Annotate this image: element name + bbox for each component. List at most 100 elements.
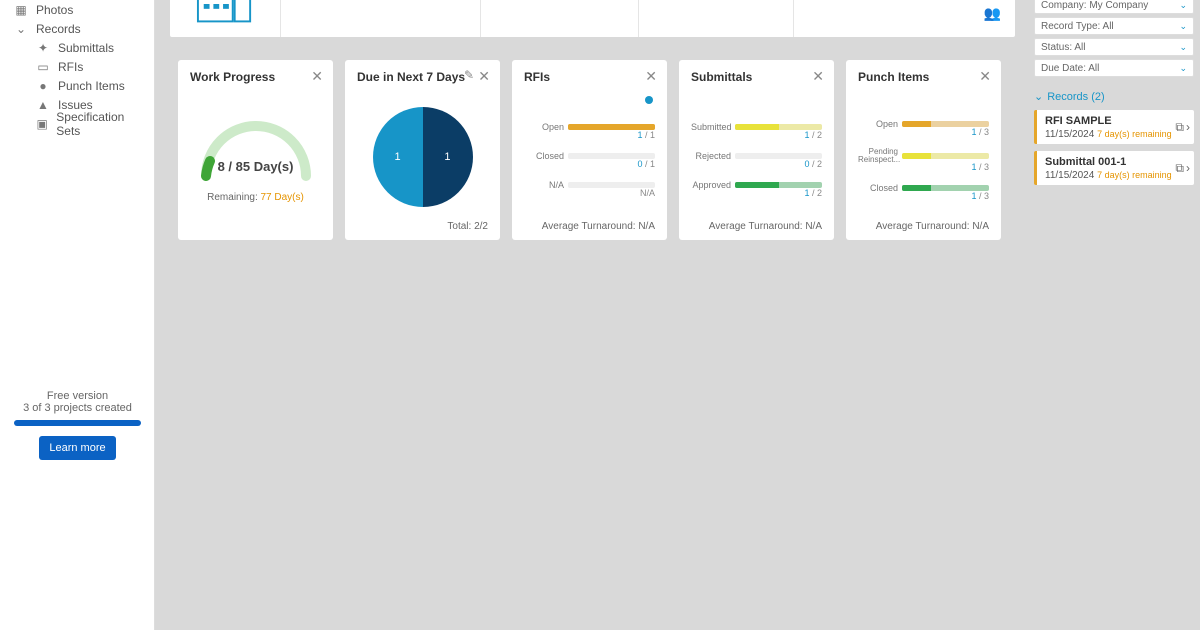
card-title: Punch Items (858, 70, 989, 84)
chevron-right-icon[interactable]: › (1186, 161, 1190, 176)
row-bar (902, 185, 989, 191)
project-header: ⌄ 👥 (170, 0, 1015, 37)
rfis-rows: Open1 / 1Closed0 / 1N/AN/A (524, 84, 655, 230)
record-name: Submittal 001-1 (1045, 156, 1188, 168)
submittals-icon: ✦ (36, 41, 50, 55)
chevron-down-icon: ⌄ (1179, 63, 1187, 74)
open-external-icon[interactable]: ⧉ (1175, 120, 1184, 135)
card-punch-items: Punch Items ✕ Open1 / 3Pending Reinspect… (846, 60, 1001, 240)
close-icon[interactable]: ✕ (311, 68, 323, 85)
card-due-7-days: Due in Next 7 Days ✎ ✕ 1 1 Total: 2/2 (345, 60, 500, 240)
filter-status[interactable]: Status: All⌄ (1034, 38, 1194, 56)
row-label: Rejected (691, 151, 731, 161)
card-rfis: RFIs ✕ Open1 / 1Closed0 / 1N/AN/A Averag… (512, 60, 667, 240)
card-footer: Total: 2/2 (447, 221, 488, 232)
filter-due-date[interactable]: Due Date: All⌄ (1034, 59, 1194, 77)
row-label: N/A (524, 180, 564, 190)
row-label: Open (524, 122, 564, 132)
header-frame (638, 0, 793, 37)
open-external-icon[interactable]: ⧉ (1175, 161, 1184, 176)
filter-record-type[interactable]: Record Type: All⌄ (1034, 17, 1194, 35)
learn-more-button[interactable]: Learn more (39, 436, 115, 460)
header-type (480, 0, 638, 37)
people-icon[interactable]: 👥 (984, 5, 1001, 22)
gauge-days: 8 / 85 Day(s) (218, 159, 294, 174)
chevron-right-icon[interactable]: › (1186, 120, 1190, 135)
chevron-down-icon: ⌄ (14, 22, 28, 36)
record-item[interactable]: Submittal 001-1 11/15/2024 7 day(s) rema… (1034, 151, 1194, 185)
record-date: 11/15/2024 7 day(s) remaining (1045, 129, 1188, 140)
close-icon[interactable]: ✕ (478, 68, 490, 85)
close-icon[interactable]: ✕ (812, 68, 824, 85)
punch-rows: Open1 / 3Pending Reinspect...1 / 3Closed… (858, 84, 989, 230)
label: Photos (36, 3, 73, 17)
filter-company[interactable]: Company: My Company⌄ (1034, 0, 1194, 14)
header-address (280, 0, 480, 37)
header-na (793, 0, 953, 37)
row-label: Approved (691, 180, 731, 190)
building-icon (170, 0, 280, 26)
row-bar (568, 153, 655, 159)
row-label: Submitted (691, 122, 731, 132)
rfis-icon: ▭ (36, 60, 50, 74)
close-icon[interactable]: ✕ (979, 68, 991, 85)
label: Specification Sets (56, 110, 140, 138)
row-bar (902, 153, 989, 159)
row-bar (902, 121, 989, 127)
row-bar (568, 182, 655, 188)
edit-icon[interactable]: ✎ (464, 68, 474, 82)
label: Submittals (58, 41, 114, 55)
chevron-down-icon: ⌄ (1034, 90, 1043, 103)
card-work-progress: Work Progress ✕ 8 / 85 Day(s) Remaining:… (178, 60, 333, 240)
subs-rows: Submitted1 / 2Rejected0 / 2Approved1 / 2 (691, 84, 822, 230)
sidebar-item-punch[interactable]: ● Punch Items (8, 76, 146, 95)
record-name: RFI SAMPLE (1045, 115, 1188, 127)
sidebar-item-rfis[interactable]: ▭ RFIs (8, 57, 146, 76)
pie-right-val: 1 (444, 151, 450, 163)
issues-icon: ▲ (36, 98, 50, 112)
chevron-down-icon: ⌄ (1179, 42, 1187, 53)
photos-icon: ▦ (14, 3, 28, 17)
label: Records (36, 22, 81, 36)
row-label: Closed (524, 151, 564, 161)
sidebar-item-records[interactable]: ⌄ Records (8, 19, 146, 38)
specs-icon: ▣ (36, 117, 48, 131)
row-bar (735, 153, 822, 159)
row-label: Open (858, 119, 898, 129)
info-icon[interactable] (645, 96, 653, 104)
header-actions: ⌄ 👥 (984, 0, 1015, 22)
row-bar (735, 124, 822, 130)
row-label: Closed (858, 183, 898, 193)
free-sub: 3 of 3 projects created (14, 402, 141, 414)
chevron-down-icon: ⌄ (1179, 21, 1187, 32)
gauge-remaining: Remaining: 77 Day(s) (207, 192, 304, 203)
label: Punch Items (58, 79, 125, 93)
pie-chart: 1 1 (373, 107, 473, 207)
free-progress-bar (14, 420, 141, 426)
close-icon[interactable]: ✕ (645, 68, 657, 85)
free-version-box: Free version 3 of 3 projects created Lea… (0, 390, 155, 460)
row-bar (735, 182, 822, 188)
chevron-down-icon: ⌄ (1179, 0, 1187, 11)
card-submittals: Submittals ✕ Submitted1 / 2Rejected0 / 2… (679, 60, 834, 240)
right-panel: Company: My Company⌄ Record Type: All⌄ S… (1034, 0, 1194, 185)
card-title: Work Progress (190, 70, 321, 84)
pie-left-val: 1 (395, 151, 401, 163)
card-footer: Average Turnaround: N/A (709, 221, 822, 232)
row-bar (568, 124, 655, 130)
records-toggle[interactable]: ⌄Records (2) (1034, 90, 1194, 103)
record-item[interactable]: RFI SAMPLE 11/15/2024 7 day(s) remaining… (1034, 110, 1194, 144)
card-title: Submittals (691, 70, 822, 84)
card-footer: Average Turnaround: N/A (542, 221, 655, 232)
record-date: 11/15/2024 7 day(s) remaining (1045, 170, 1188, 181)
sidebar-item-submittals[interactable]: ✦ Submittals (8, 38, 146, 57)
free-title: Free version (14, 390, 141, 402)
row-label: Pending Reinspect... (858, 148, 898, 164)
sidebar: ▦ Photos ⌄ Records ✦ Submittals ▭ RFIs ● Punc… (0, 0, 155, 630)
punch-icon: ● (36, 79, 50, 93)
label: RFIs (58, 60, 83, 74)
card-title: RFIs (524, 70, 655, 84)
card-footer: Average Turnaround: N/A (876, 221, 989, 232)
sidebar-item-photos[interactable]: ▦ Photos (8, 0, 146, 19)
sidebar-item-specs[interactable]: ▣Specification Sets (8, 114, 146, 133)
